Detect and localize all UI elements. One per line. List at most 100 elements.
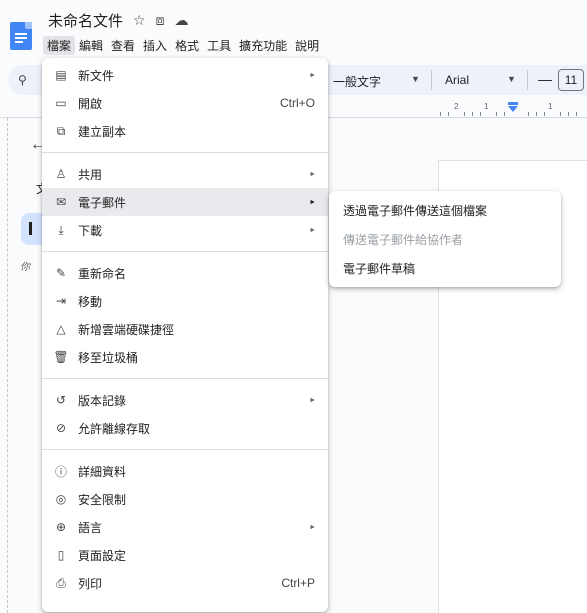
submenu-arrow-icon: ► <box>309 396 316 404</box>
style-dropdown[interactable]: 一般文字 <box>333 73 381 90</box>
menu-edit[interactable]: 編輯 <box>75 36 107 55</box>
menu-tools[interactable]: 工具 <box>203 36 235 55</box>
menu-item-pencil[interactable]: ✎ 重新命名 <box>42 259 328 287</box>
font-dropdown[interactable]: Arial <box>445 73 469 87</box>
trash-icon: 🗑 <box>53 350 69 364</box>
menu-item-label: 安全限制 <box>78 492 127 507</box>
menu-item-drive-shortcut[interactable]: △ 新增雲端硬碟捷徑 <box>42 315 328 343</box>
mail-icon: ✉ <box>55 195 67 209</box>
submenu-arrow-icon: ► <box>309 170 316 178</box>
menu-format[interactable]: 格式 <box>171 36 203 55</box>
file-menu: ▤ 新文件 ► ▭ 開啟 Ctrl+O ⧉ 建立副本 ♙ 共用 ► ✉ 電子郵件 ► ⤓ 下載 ► ✎ 重新命名 ⇥ 移… <box>42 58 328 612</box>
shortcut-label: Ctrl+O <box>279 96 315 110</box>
menu-item-label: 移至垃圾桶 <box>78 350 139 365</box>
move-folder-icon: ⇥ <box>55 294 67 308</box>
menu-help[interactable]: 說明 <box>291 36 323 55</box>
menu-extensions[interactable]: 擴充功能 <box>235 36 291 55</box>
pencil-icon: ✎ <box>55 266 67 280</box>
menu-item-folder[interactable]: ▭ 開啟 Ctrl+O <box>42 89 328 117</box>
menu-item-mail[interactable]: ✉ 電子郵件 ► <box>42 188 328 216</box>
menu-item-label: 詳細資料 <box>78 464 127 479</box>
menu-separator <box>42 251 328 252</box>
menu-item-page-setup[interactable]: ▯ 頁面設定 <box>42 541 328 569</box>
page-setup-icon: ▯ <box>57 548 65 562</box>
vertical-ruler <box>0 118 8 613</box>
menu-item-shield[interactable]: ◎ 安全限制 <box>42 485 328 513</box>
history-icon: ↺ <box>55 393 67 407</box>
ruler-number: 1 <box>548 102 553 111</box>
indent-marker[interactable] <box>508 106 518 112</box>
download-icon: ⤓ <box>58 222 64 237</box>
toolbar-divider <box>527 70 528 90</box>
menu-item-label: 重新命名 <box>78 266 127 281</box>
doc-title[interactable]: 未命名文件 <box>48 10 123 31</box>
menu-item-label: 新增雲端硬碟捷徑 <box>78 322 175 337</box>
cloud-status-icon[interactable]: ☁ <box>174 12 188 29</box>
menu-item-label: 語言 <box>78 520 103 535</box>
menu-item-document[interactable]: ▤ 新文件 ► <box>42 61 328 89</box>
document-icon: ▤ <box>55 68 67 82</box>
menu-item-label: 版本記錄 <box>78 393 127 408</box>
submenu-item: 傳送電子郵件給協作者 <box>343 233 464 247</box>
chevron-down-icon[interactable]: ▼ <box>411 74 420 84</box>
menu-item-copy[interactable]: ⧉ 建立副本 <box>42 117 328 145</box>
globe-icon: ⊕ <box>55 520 67 534</box>
person-add-icon: ♙ <box>55 167 67 181</box>
drive-shortcut-icon: △ <box>56 322 66 336</box>
email-submenu: 透過電子郵件傳送這個檔案傳送電子郵件給協作者電子郵件草稿 <box>329 191 561 287</box>
copy-icon: ⧉ <box>56 123 66 138</box>
menu-item-label: 允許離線存取 <box>78 421 151 436</box>
menu-item-label: 電子郵件 <box>78 195 127 210</box>
menu-insert[interactable]: 插入 <box>139 36 171 55</box>
submenu-item[interactable]: 透過電子郵件傳送這個檔案 <box>329 196 561 225</box>
toolbar-divider <box>431 70 432 90</box>
decrease-font-button[interactable]: — <box>538 71 552 87</box>
menu-view[interactable]: 查看 <box>107 36 139 55</box>
menu-separator <box>42 152 328 153</box>
menu-item-move-folder[interactable]: ⇥ 移動 <box>42 287 328 315</box>
menu-item-label: 移動 <box>78 294 103 309</box>
menu-item-info[interactable]: ⓘ 詳細資料 <box>42 457 328 485</box>
submenu-arrow-icon: ► <box>309 198 316 206</box>
shield-icon: ◎ <box>55 492 67 506</box>
doc-title-bar: 未命名文件 ☆ ⧈ ☁ <box>48 10 188 31</box>
print-icon: ⎙ <box>56 575 66 590</box>
folder-icon: ▭ <box>55 96 67 110</box>
menu-file[interactable]: 檔案 <box>43 36 76 55</box>
menu-separator <box>42 378 328 379</box>
ruler[interactable]: 2 1 1 <box>436 102 587 116</box>
search-icon[interactable]: ⚲ <box>18 73 27 87</box>
move-folder-icon[interactable]: ⧈ <box>156 12 165 29</box>
menu-separator <box>42 449 328 450</box>
submenu-arrow-icon: ► <box>309 71 316 79</box>
star-icon[interactable]: ☆ <box>133 12 146 29</box>
menu-item-trash[interactable]: 🗑 移至垃圾桶 <box>42 343 328 371</box>
shortcut-label: Ctrl+P <box>281 576 315 590</box>
docs-logo-icon[interactable] <box>10 22 32 50</box>
ruler-number: 1 <box>484 102 489 111</box>
menu-item-label: 下載 <box>78 223 103 238</box>
menu-item-label: 共用 <box>78 167 103 182</box>
offline-icon: ⊘ <box>55 421 67 435</box>
submenu-item[interactable]: 電子郵件草稿 <box>329 254 561 283</box>
menubar: 檔案 編輯 查看 插入 格式 工具 擴充功能 說明 <box>43 36 323 55</box>
sidebar-hint: 你 <box>20 262 30 273</box>
menu-item-label: 新文件 <box>78 68 115 83</box>
menu-item-label: 建立副本 <box>78 124 127 139</box>
sidebar-tab[interactable] <box>21 213 43 245</box>
menu-item-label: 開啟 <box>78 96 103 111</box>
menu-item-history[interactable]: ↺ 版本記錄 ► <box>42 386 328 414</box>
menu-item-person-add[interactable]: ♙ 共用 ► <box>42 160 328 188</box>
menu-item-print[interactable]: ⎙ 列印 Ctrl+P <box>42 569 328 597</box>
menu-item-label: 列印 <box>78 576 103 591</box>
font-size-input[interactable]: 11 <box>558 69 584 91</box>
menu-item-globe[interactable]: ⊕ 語言 ► <box>42 513 328 541</box>
info-icon: ⓘ <box>54 464 67 479</box>
indent-marker[interactable] <box>508 102 518 105</box>
menu-item-label: 頁面設定 <box>78 548 127 563</box>
menu-item-offline[interactable]: ⊘ 允許離線存取 <box>42 414 328 442</box>
menu-item-download[interactable]: ⤓ 下載 ► <box>42 216 328 244</box>
submenu-arrow-icon: ► <box>309 523 316 531</box>
chevron-down-icon[interactable]: ▼ <box>507 74 516 84</box>
ruler-number: 2 <box>454 102 459 111</box>
